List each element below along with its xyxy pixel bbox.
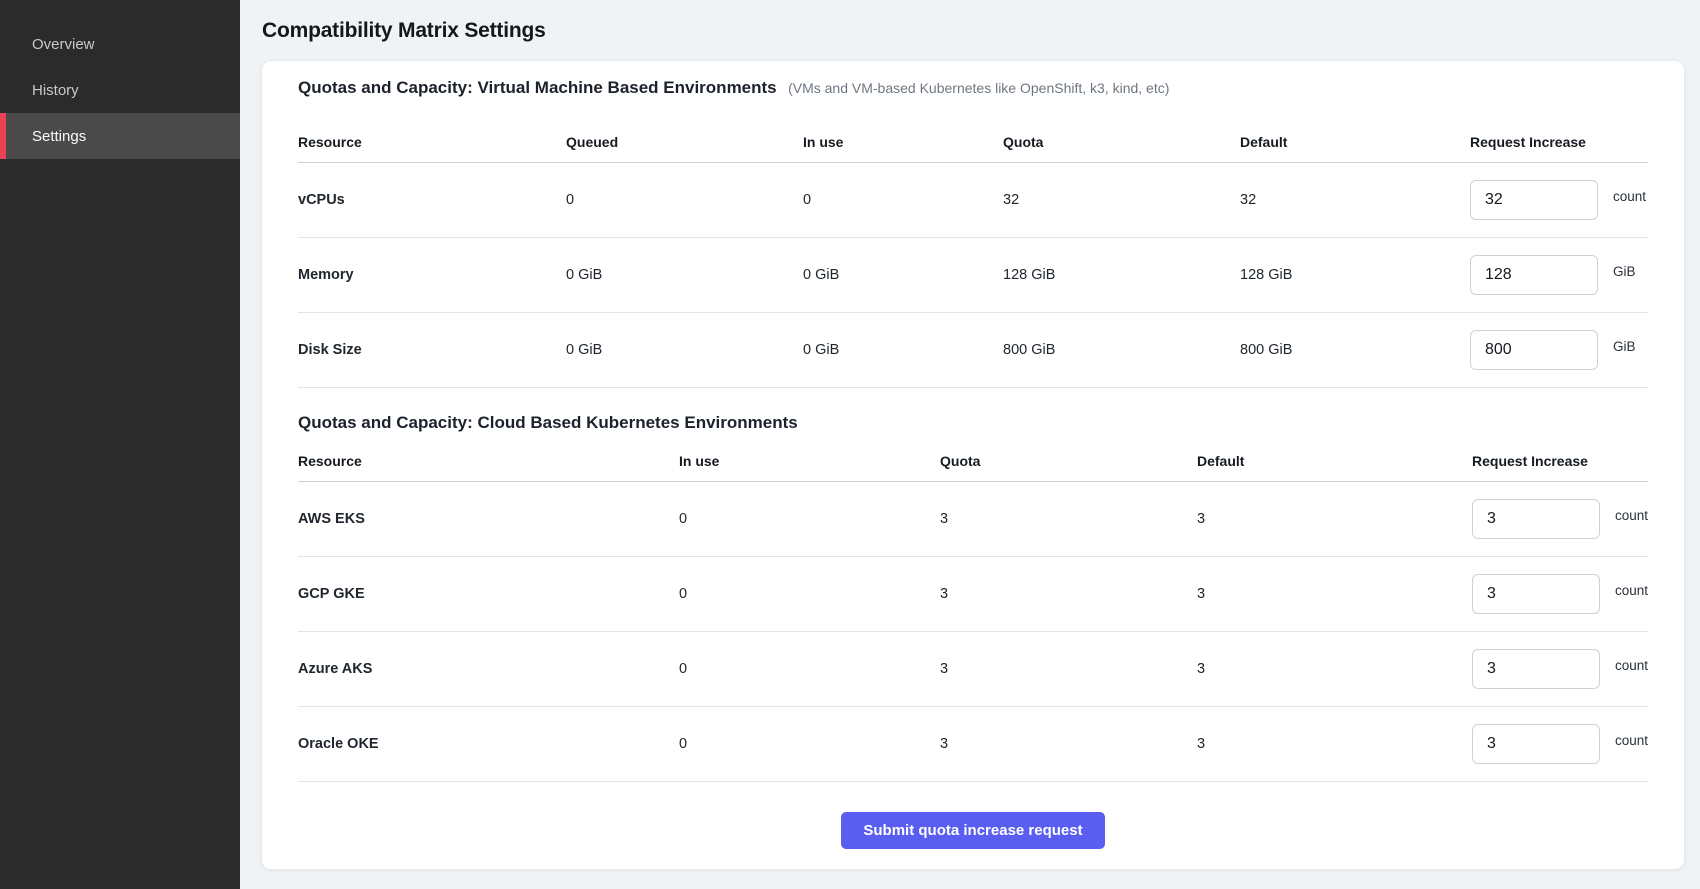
sidebar-item-label: Overview [32,36,95,53]
unit-label: count [1615,508,1648,523]
in-use-value: 0 [679,511,940,527]
quota-value: 128 GiB [1003,267,1240,283]
resource-name: Memory [298,267,566,283]
resource-name: GCP GKE [298,586,679,602]
table-row: Disk Size0 GiB0 GiB800 GiB800 GiBGiB [298,313,1648,388]
app-root: Overview History Settings Compatibility Ma… [0,0,1700,889]
in-use-value: 0 GiB [803,267,1003,283]
default-value: 32 [1240,192,1470,208]
column-header: Quota [1003,134,1240,150]
resource-name: AWS EKS [298,511,679,527]
page-title: Compatibility Matrix Settings [262,19,1685,43]
unit-label: count [1613,189,1646,204]
quota-value: 32 [1003,192,1240,208]
cloud-table-body: AWS EKS033countGCP GKE033countAzure AKS0… [298,482,1648,782]
vm-table-header: ResourceQueuedIn useQuotaDefaultRequest … [298,134,1648,163]
resource-name: Disk Size [298,342,566,358]
request-increase-cell: GiB [1470,330,1648,370]
sidebar-item-label: History [32,82,79,99]
request-increase-cell: count [1472,724,1648,764]
table-row: Azure AKS033count [298,632,1648,707]
request-increase-input[interactable] [1470,330,1598,370]
queued-value: 0 [566,192,803,208]
in-use-value: 0 [679,586,940,602]
column-header: Resource [298,134,566,150]
column-header: In use [803,134,1003,150]
vm-quota-table: ResourceQueuedIn useQuotaDefaultRequest … [298,134,1648,388]
table-row: Oracle OKE033count [298,707,1648,782]
request-increase-input[interactable] [1472,499,1600,539]
settings-card: Quotas and Capacity: Virtual Machine Bas… [261,60,1685,870]
unit-label: count [1615,733,1648,748]
request-increase-cell: GiB [1470,255,1648,295]
default-value: 3 [1197,511,1472,527]
sidebar-nav: Overview History Settings [0,21,240,159]
table-row: Memory0 GiB0 GiB128 GiB128 GiBGiB [298,238,1648,313]
table-row: AWS EKS033count [298,482,1648,557]
resource-name: vCPUs [298,192,566,208]
vm-section-header: Quotas and Capacity: Virtual Machine Bas… [298,77,1648,100]
in-use-value: 0 [679,736,940,752]
quota-value: 800 GiB [1003,342,1240,358]
request-increase-input[interactable] [1470,255,1598,295]
column-header: Default [1197,453,1472,469]
in-use-value: 0 GiB [803,342,1003,358]
vm-section-title: Quotas and Capacity: Virtual Machine Bas… [298,78,777,97]
request-increase-cell: count [1472,499,1648,539]
default-value: 3 [1197,586,1472,602]
column-header: Queued [566,134,803,150]
quota-value: 3 [940,661,1197,677]
request-increase-input[interactable] [1470,180,1598,220]
vm-table-body: vCPUs003232countMemory0 GiB0 GiB128 GiB1… [298,163,1648,388]
resource-name: Azure AKS [298,661,679,677]
default-value: 800 GiB [1240,342,1470,358]
request-increase-input[interactable] [1472,724,1600,764]
unit-label: count [1615,658,1648,673]
queued-value: 0 GiB [566,342,803,358]
column-header: Request Increase [1470,134,1648,150]
default-value: 128 GiB [1240,267,1470,283]
cloud-quota-table: ResourceIn useQuotaDefaultRequest Increa… [298,453,1648,782]
request-increase-input[interactable] [1472,574,1600,614]
column-header: Quota [940,453,1197,469]
queued-value: 0 GiB [566,267,803,283]
default-value: 3 [1197,661,1472,677]
quota-value: 3 [940,586,1197,602]
request-increase-cell: count [1472,649,1648,689]
unit-label: GiB [1613,339,1636,354]
quota-value: 3 [940,736,1197,752]
column-header: Resource [298,453,679,469]
resource-name: Oracle OKE [298,736,679,752]
vm-section-subtitle: (VMs and VM-based Kubernetes like OpenSh… [788,80,1169,96]
in-use-value: 0 [803,192,1003,208]
sidebar-item-overview[interactable]: Overview [0,21,240,67]
request-increase-input[interactable] [1472,649,1600,689]
cloud-section-title: Quotas and Capacity: Cloud Based Kuberne… [298,413,798,432]
unit-label: GiB [1613,264,1636,279]
in-use-value: 0 [679,661,940,677]
main-content: Compatibility Matrix Settings Quotas and… [240,0,1700,889]
sidebar-item-settings[interactable]: Settings [0,113,240,159]
cloud-table-header: ResourceIn useQuotaDefaultRequest Increa… [298,453,1648,482]
request-increase-cell: count [1470,180,1648,220]
table-row: vCPUs003232count [298,163,1648,238]
sidebar-item-history[interactable]: History [0,67,240,113]
request-increase-cell: count [1472,574,1648,614]
submit-quota-button[interactable]: Submit quota increase request [841,812,1104,849]
column-header: Request Increase [1472,453,1648,469]
column-header: Default [1240,134,1470,150]
submit-row: Submit quota increase request [298,812,1648,849]
quota-value: 3 [940,511,1197,527]
sidebar-item-label: Settings [32,128,86,145]
table-row: GCP GKE033count [298,557,1648,632]
default-value: 3 [1197,736,1472,752]
sidebar: Overview History Settings [0,0,240,889]
unit-label: count [1615,583,1648,598]
cloud-section-header: Quotas and Capacity: Cloud Based Kuberne… [298,412,1648,435]
column-header: In use [679,453,940,469]
